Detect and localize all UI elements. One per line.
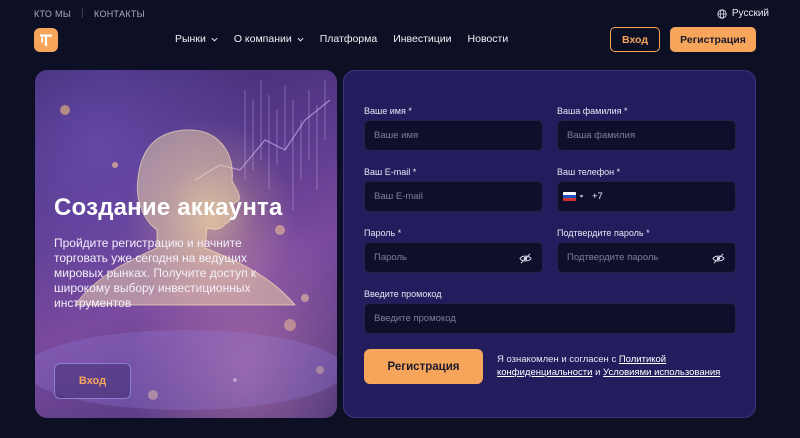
consent-text: Я ознакомлен и согласен с Политикой конф… — [497, 353, 737, 379]
last-name-label: Ваша фамилия * — [557, 106, 628, 116]
top-separator: | — [81, 8, 84, 19]
top-bar: КТО МЫ | КОНТАКТЫ Русский — [0, 0, 800, 28]
nav-label-investments: Инвестиции — [393, 33, 452, 45]
email-field[interactable]: Ваш E-mail — [364, 181, 543, 212]
about-link[interactable]: КТО МЫ — [34, 9, 71, 19]
contacts-link[interactable]: КОНТАКТЫ — [94, 9, 145, 19]
password-label: Пароль * — [364, 228, 402, 238]
promo-label: Введите промокод — [364, 289, 442, 299]
phone-country-code: +7 — [592, 191, 603, 202]
first-name-label: Ваше имя * — [364, 106, 412, 116]
nav-label-news: Новости — [467, 33, 509, 45]
phone-label: Ваш телефон * — [557, 167, 621, 177]
nav-label-platform: Платформа — [319, 33, 378, 45]
phone-field[interactable]: +7 — [557, 181, 736, 212]
nav-item-news[interactable]: Новости — [468, 33, 509, 45]
hero-login-button[interactable]: Вход — [54, 363, 131, 399]
confirm-password-label: Подтвердите пароль * — [557, 228, 650, 238]
promo-placeholder: Введите промокод — [374, 313, 456, 324]
logo-icon — [40, 34, 52, 46]
globe-icon — [717, 8, 727, 19]
header-login-button[interactable]: Вход — [610, 27, 660, 52]
header-register-button[interactable]: Регистрация — [670, 27, 756, 52]
eye-off-icon[interactable] — [519, 253, 532, 264]
main-nav: Рынки О компании Платформа Инвестиции Но… — [175, 33, 524, 45]
brand-logo[interactable] — [34, 28, 58, 52]
hero-title: Создание аккаунта — [54, 194, 283, 221]
last-name-placeholder: Ваша фамилия — [567, 130, 636, 141]
nav-label-about: О компании — [233, 33, 292, 45]
register-submit-button[interactable]: Регистрация — [364, 349, 483, 384]
language-selector[interactable]: Русский — [717, 8, 769, 19]
consent-prefix: Я ознакомлен и согласен с — [497, 354, 619, 365]
eye-off-icon[interactable] — [712, 253, 725, 264]
terms-of-use-link[interactable]: Условиями использования — [603, 367, 720, 378]
nav-item-investments[interactable]: Инвестиции — [393, 33, 451, 45]
hero-panel: Создание аккаунта Пройдите регистрацию и… — [35, 70, 337, 418]
promo-field[interactable]: Введите промокод — [364, 303, 736, 334]
email-placeholder: Ваш E-mail — [374, 191, 423, 202]
email-label: Ваш E-mail * — [364, 167, 417, 177]
caret-down-icon[interactable] — [579, 194, 584, 199]
first-name-field[interactable]: Ваше имя — [364, 120, 543, 151]
nav-item-markets[interactable]: Рынки — [175, 33, 218, 45]
registration-form: Ваше имя * Ваше имя Ваша фамилия * Ваша … — [343, 70, 756, 418]
password-placeholder: Пароль — [374, 252, 407, 263]
chevron-down-icon — [211, 37, 218, 42]
nav-label-markets: Рынки — [175, 33, 206, 45]
password-field[interactable]: Пароль — [364, 242, 543, 273]
language-label: Русский — [731, 8, 769, 19]
consent-middle: и — [592, 367, 604, 378]
nav-item-platform[interactable]: Платформа — [320, 33, 377, 45]
confirm-password-field[interactable]: Подтвердите пароль — [557, 242, 736, 273]
hero-description: Пройдите регистрацию и начните торговать… — [54, 236, 257, 310]
nav-item-about[interactable]: О компании — [234, 33, 304, 45]
confirm-password-placeholder: Подтвердите пароль — [567, 252, 659, 263]
chevron-down-icon — [297, 37, 304, 42]
first-name-placeholder: Ваше имя — [374, 130, 419, 141]
last-name-field[interactable]: Ваша фамилия — [557, 120, 736, 151]
russia-flag-icon[interactable] — [563, 192, 576, 201]
